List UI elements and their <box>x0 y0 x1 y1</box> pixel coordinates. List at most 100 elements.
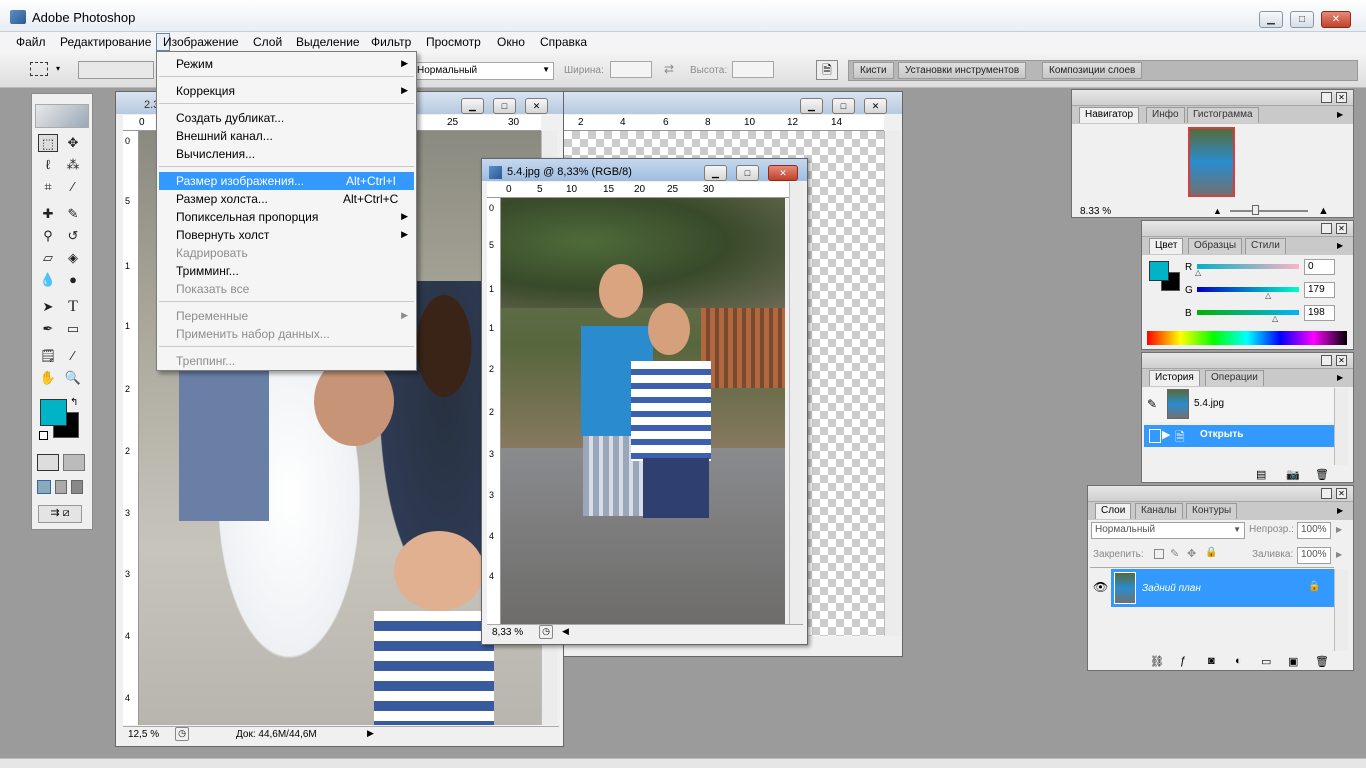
default-colors-icon[interactable] <box>39 431 48 440</box>
minimize-button[interactable]: ▁ <box>1259 11 1283 28</box>
lock-transparency-icon[interactable] <box>1154 549 1164 559</box>
menu-item-adjustments[interactable]: Коррекция <box>176 82 235 100</box>
panel-close-icon[interactable]: ✕ <box>1336 488 1347 499</box>
doc-back-minimize-button[interactable]: ▁ <box>461 98 484 114</box>
b-slider-thumb[interactable]: △ <box>1272 314 1278 323</box>
fill-input[interactable]: 100% <box>1297 547 1331 564</box>
layer-name[interactable]: Задний план <box>1142 583 1201 594</box>
status-menu-icon[interactable]: ◷ <box>539 625 553 639</box>
zoom-icon[interactable]: 🔍 <box>63 369 83 387</box>
menu-item-duplicate[interactable]: Создать дубликат... <box>176 109 284 127</box>
well-tab-brushes[interactable]: Кисти <box>853 62 894 79</box>
r-slider-track[interactable] <box>1197 264 1299 269</box>
adjustment-layer-icon[interactable]: ◐ <box>1235 655 1242 667</box>
zoom-slider-track[interactable] <box>1230 210 1308 212</box>
menu-select[interactable]: Выделение <box>296 35 360 49</box>
swap-icon[interactable]: ⇄ <box>664 62 674 76</box>
menu-item-rotate-canvas[interactable]: Повернуть холст <box>176 226 269 244</box>
move-tool-icon[interactable]: ✥ <box>63 134 83 152</box>
scrollbar-vertical-middle[interactable] <box>884 131 901 636</box>
layer-mask-icon[interactable]: ◙ <box>1208 655 1215 667</box>
jump-to-imageready-icon[interactable]: ⇉ ⧄ <box>38 505 82 523</box>
layer-style-icon[interactable]: ƒ <box>1180 655 1186 667</box>
color-ramp[interactable] <box>1147 331 1347 345</box>
dodge-icon[interactable]: ● <box>63 271 83 289</box>
rect-marquee-icon[interactable]: ⬚ <box>38 134 58 152</box>
menu-item-image-size[interactable]: Размер изображения... <box>176 172 304 190</box>
link-layers-icon[interactable]: ⛓ <box>1150 655 1164 668</box>
history-brush-source-icon[interactable]: ✎ <box>1147 397 1157 411</box>
notes-icon[interactable]: 🗒 <box>38 347 58 365</box>
healing-brush-icon[interactable]: ✚ <box>38 205 58 223</box>
status-menu-icon[interactable]: ◷ <box>175 727 189 741</box>
menu-image[interactable]: Изображение <box>163 35 239 49</box>
panel-close-icon[interactable]: ✕ <box>1336 223 1347 234</box>
tab-styles[interactable]: Стили <box>1245 238 1286 254</box>
tab-info[interactable]: Инфо <box>1146 107 1185 123</box>
panel-menu-icon[interactable]: ▶ <box>1337 110 1343 119</box>
zoom-out-icon[interactable]: ▲ <box>1213 206 1222 216</box>
lock-all-icon[interactable]: 🔒 <box>1205 547 1217 558</box>
panel-minimize-icon[interactable] <box>1321 92 1332 103</box>
swap-colors-icon[interactable]: ↰ <box>70 397 78 408</box>
marquee-tool-icon[interactable] <box>30 62 48 76</box>
opacity-arrow-icon[interactable]: ▶ <box>1336 525 1342 534</box>
menu-window[interactable]: Окно <box>497 35 525 49</box>
tab-histogram[interactable]: Гистограмма <box>1187 107 1259 123</box>
well-tab-tool-presets[interactable]: Установки инструментов <box>898 62 1027 79</box>
navigator-zoom[interactable]: 8.33 % <box>1080 206 1111 217</box>
eyedropper-icon[interactable]: ⁄ <box>63 347 83 365</box>
magic-wand-icon[interactable]: ⁂ <box>63 156 83 174</box>
tab-swatches[interactable]: Образцы <box>1188 238 1243 254</box>
doc-front-minimize-button[interactable]: ▁ <box>704 165 727 181</box>
b-value-input[interactable]: 198 <box>1304 305 1335 321</box>
doc-front-close-button[interactable]: ✕ <box>768 165 798 181</box>
menu-filter[interactable]: Фильтр <box>371 35 411 49</box>
scrollbar-vertical-front[interactable] <box>789 182 803 624</box>
menu-edit[interactable]: Редактирование <box>60 35 151 49</box>
menu-file[interactable]: Файл <box>16 35 46 49</box>
crop-icon[interactable]: ⌗ <box>38 178 58 196</box>
doc-middle-minimize-button[interactable]: ▁ <box>800 98 823 114</box>
doc-front-zoom[interactable]: 8,33 % <box>492 627 523 638</box>
fill-arrow-icon[interactable]: ▶ <box>1336 550 1342 559</box>
new-layer-icon[interactable]: ▣ <box>1288 655 1298 668</box>
foreground-color-swatch[interactable] <box>40 399 67 426</box>
menu-item-pixel-aspect[interactable]: Попиксельная пропорция <box>176 208 318 226</box>
quick-mask-icon[interactable] <box>63 454 85 471</box>
width-input[interactable] <box>610 61 652 78</box>
blend-mode-select[interactable]: Нормальный ▼ <box>1091 522 1245 539</box>
standard-mode-icon[interactable] <box>37 454 59 471</box>
panel-menu-icon[interactable]: ▶ <box>1337 506 1343 515</box>
g-slider-thumb[interactable]: △ <box>1265 291 1271 300</box>
new-group-icon[interactable]: ▭ <box>1261 655 1271 668</box>
doc-middle-maximize-button[interactable]: □ <box>832 98 855 114</box>
lock-position-icon[interactable]: ✥ <box>1187 547 1196 560</box>
panel-menu-icon[interactable]: ▶ <box>1337 373 1343 382</box>
r-slider-thumb[interactable]: △ <box>1195 268 1201 277</box>
lasso-icon[interactable]: ℓ <box>38 156 58 174</box>
style-select[interactable]: Нормальный ▼ <box>412 62 554 80</box>
doc-back-maximize-button[interactable]: □ <box>493 98 516 114</box>
menu-item-apply-image[interactable]: Внешний канал... <box>176 127 273 145</box>
new-snapshot-icon[interactable]: 📷 <box>1286 468 1300 481</box>
tab-paths[interactable]: Контуры <box>1186 503 1238 519</box>
history-brush-icon[interactable]: ↺ <box>63 227 83 245</box>
g-slider-track[interactable] <box>1197 287 1299 292</box>
panel-minimize-icon[interactable] <box>1321 223 1332 234</box>
tool-preset-chevron-icon[interactable]: ▾ <box>56 64 60 73</box>
doc-middle-close-button[interactable]: ✕ <box>864 98 887 114</box>
screen-mode-full-menu-icon[interactable] <box>55 480 67 494</box>
menu-item-trim[interactable]: Тримминг... <box>176 262 239 280</box>
new-document-from-state-icon[interactable]: ▤ <box>1256 468 1266 481</box>
history-checkbox[interactable] <box>1149 429 1161 443</box>
panel-menu-icon[interactable]: ▶ <box>1337 241 1343 250</box>
trash-icon[interactable]: 🗑 <box>1315 468 1329 481</box>
file-browser-icon[interactable]: 🗎 <box>816 60 838 80</box>
panel-minimize-icon[interactable] <box>1321 355 1332 366</box>
menu-layer[interactable]: Слой <box>253 35 282 49</box>
maximize-button[interactable]: □ <box>1290 11 1314 28</box>
type-tool-icon[interactable]: T <box>63 298 83 316</box>
layers-scrollbar[interactable] <box>1334 569 1348 651</box>
doc-front-maximize-button[interactable]: □ <box>736 165 759 181</box>
